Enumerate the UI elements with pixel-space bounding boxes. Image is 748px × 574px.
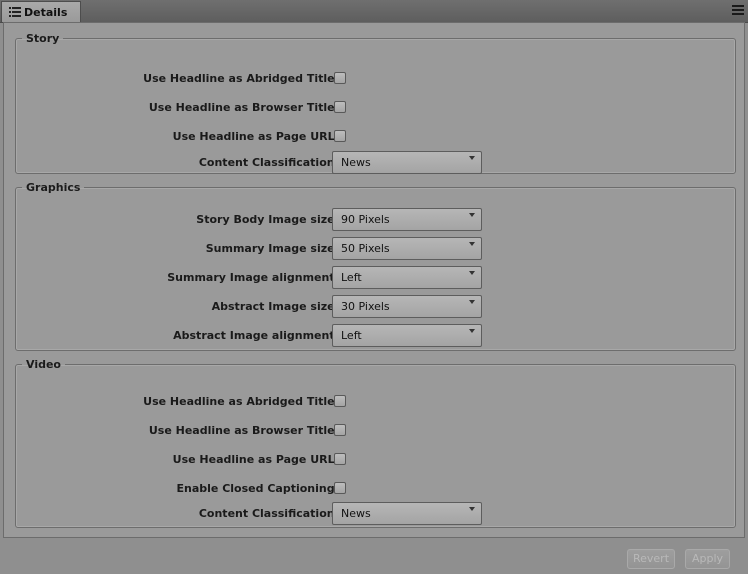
body-size-label: Story Body Image size: [196,213,339,226]
details-panel: Story Use Headline as Abridged Title: Us… [3,22,745,538]
chevron-down-icon [469,329,475,333]
chevron-down-icon [469,156,475,160]
video-pageurl-label: Use Headline as Page URL: [172,453,339,466]
abstract-align-value: Left [341,329,362,342]
story-browser-label: Use Headline as Browser Title: [148,101,339,114]
story-pageurl-checkbox[interactable] [334,130,346,142]
panel-menu-icon[interactable] [732,4,744,16]
summary-size-row: Summary Image size: 50 Pixels [16,237,735,261]
story-abridged-checkbox[interactable] [334,72,346,84]
tab-bar: Details [0,0,748,23]
summary-size-select[interactable]: 50 Pixels [332,237,482,260]
body-size-value: 90 Pixels [341,213,390,226]
video-abridged-row: Use Headline as Abridged Title: [16,390,735,414]
story-browser-row: Use Headline as Browser Title: [16,96,735,120]
story-abridged-label: Use Headline as Abridged Title: [143,72,339,85]
story-browser-checkbox[interactable] [334,101,346,113]
video-browser-checkbox[interactable] [334,424,346,436]
summary-align-select[interactable]: Left [332,266,482,289]
story-classification-label: Content Classification: [198,156,339,169]
video-browser-row: Use Headline as Browser Title: [16,419,735,443]
video-classification-value: News [341,507,371,520]
tab-details[interactable]: Details [1,1,81,22]
video-group: Video Use Headline as Abridged Title: Us… [15,358,736,528]
story-group: Story Use Headline as Abridged Title: Us… [15,32,736,174]
revert-button[interactable]: Revert [627,549,675,569]
graphics-group: Graphics Story Body Image size: 90 Pixel… [15,181,736,351]
chevron-down-icon [469,300,475,304]
abstract-size-select[interactable]: 30 Pixels [332,295,482,318]
story-classification-value: News [341,156,371,169]
video-pageurl-checkbox[interactable] [334,453,346,465]
chevron-down-icon [469,271,475,275]
abstract-size-value: 30 Pixels [341,300,390,313]
chevron-down-icon [469,242,475,246]
story-classification-select[interactable]: News [332,151,482,174]
video-abridged-checkbox[interactable] [334,395,346,407]
summary-size-value: 50 Pixels [341,242,390,255]
video-pageurl-row: Use Headline as Page URL: [16,448,735,472]
body-size-select[interactable]: 90 Pixels [332,208,482,231]
video-captioning-row: Enable Closed Captioning: [16,477,735,501]
story-pageurl-label: Use Headline as Page URL: [172,130,339,143]
abstract-align-row: Abstract Image alignment: Left [16,324,735,348]
video-classification-row: Content Classification: News [16,502,735,526]
video-abridged-label: Use Headline as Abridged Title: [143,395,339,408]
tab-label: Details [24,5,68,19]
video-captioning-checkbox[interactable] [334,482,346,494]
story-classification-row: Content Classification: News [16,151,735,175]
video-browser-label: Use Headline as Browser Title: [148,424,339,437]
list-icon [9,7,21,17]
apply-button[interactable]: Apply [685,549,730,569]
summary-align-label: Summary Image alignment: [167,271,339,284]
abstract-align-select[interactable]: Left [332,324,482,347]
video-captioning-label: Enable Closed Captioning: [176,482,339,495]
video-classification-label: Content Classification: [198,507,339,520]
graphics-legend: Graphics [26,181,81,194]
story-legend: Story [26,32,60,45]
video-classification-select[interactable]: News [332,502,482,525]
story-pageurl-row: Use Headline as Page URL: [16,125,735,149]
chevron-down-icon [469,213,475,217]
footer-bar: Revert Apply [0,538,748,574]
summary-align-value: Left [341,271,362,284]
chevron-down-icon [469,507,475,511]
summary-size-label: Summary Image size: [205,242,339,255]
story-abridged-row: Use Headline as Abridged Title: [16,67,735,91]
summary-align-row: Summary Image alignment: Left [16,266,735,290]
abstract-size-label: Abstract Image size: [211,300,339,313]
abstract-size-row: Abstract Image size: 30 Pixels [16,295,735,319]
body-size-row: Story Body Image size: 90 Pixels [16,208,735,232]
abstract-align-label: Abstract Image alignment: [173,329,339,342]
video-legend: Video [26,358,61,371]
